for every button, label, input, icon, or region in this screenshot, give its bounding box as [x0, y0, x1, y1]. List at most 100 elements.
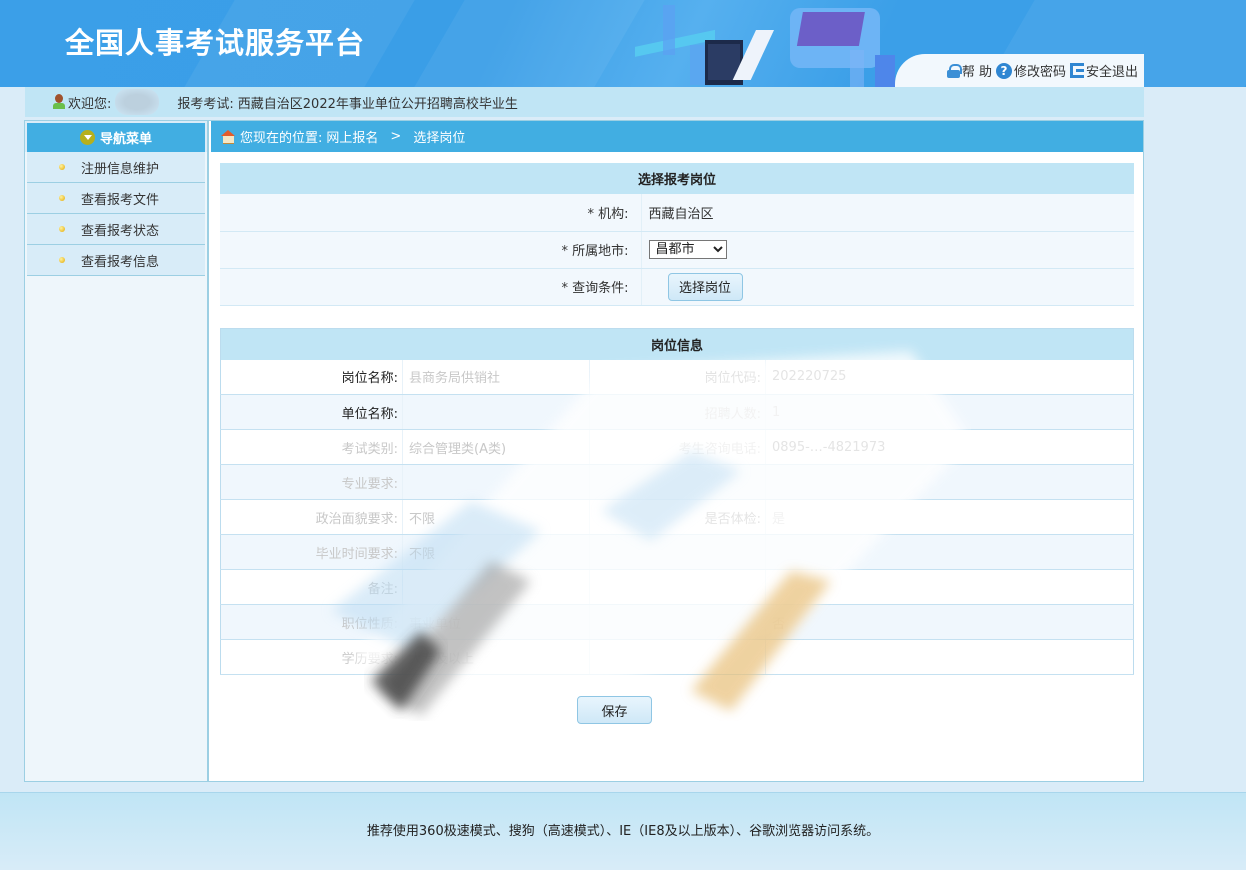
- sidebar: 导航菜单 注册信息维护 查看报考文件 查看报考状态 查看报考信息: [25, 121, 209, 781]
- field-value: [765, 464, 1134, 500]
- browser-recommendation: 推荐使用360极速模式、搜狗（高速模式）、IE（IE8及以上版本）、谷歌浏览器访…: [366, 824, 880, 839]
- field-label: 毕业时间要求:: [220, 534, 403, 570]
- bullet-icon: [59, 257, 65, 263]
- position-info-row: 学历要求: 大专及以上: [220, 639, 1134, 675]
- breadcrumb: 您现在的位置: 网上报名 > 选择岗位: [211, 121, 1143, 152]
- breadcrumb-item[interactable]: 网上报名: [326, 127, 378, 146]
- field-value: 不限: [402, 534, 590, 570]
- site-title: 全国人事考试服务平台: [65, 26, 366, 60]
- change-password-link[interactable]: ? 修改密码: [995, 61, 1066, 80]
- field-label: [589, 604, 766, 640]
- header-illustration: [635, 5, 895, 87]
- user-icon: [52, 94, 66, 110]
- breadcrumb-prefix: 您现在的位置:: [240, 131, 323, 146]
- main-frame: 导航菜单 注册信息维护 查看报考文件 查看报考状态 查看报考信息 您现在的位置:…: [24, 120, 1144, 782]
- position-info-title: 岗位信息: [220, 328, 1134, 360]
- field-label: [589, 464, 766, 500]
- query-label: * 查询条件:: [220, 268, 642, 306]
- field-value: 202220725: [765, 359, 1134, 395]
- field-value: 否: [765, 604, 1134, 640]
- logout-link[interactable]: 安全退出: [1069, 61, 1138, 80]
- exam-label: 报考考试:: [177, 96, 234, 112]
- field-value: [402, 394, 590, 430]
- position-info-row: 毕业时间要求: 不限: [220, 534, 1134, 570]
- sidebar-header: 导航菜单: [25, 121, 207, 152]
- field-label: 岗位名称:: [220, 359, 403, 395]
- field-value: 是: [765, 499, 1134, 535]
- chevron-down-icon: [79, 130, 95, 145]
- help-circle-icon: ?: [995, 62, 1012, 79]
- form-row: * 机构: 西藏自治区: [220, 194, 1134, 232]
- field-label: 岗位代码:: [589, 359, 766, 395]
- field-label: [589, 569, 766, 605]
- lock-icon: [946, 63, 962, 78]
- welcome-label: 欢迎您:: [68, 96, 112, 112]
- field-label: 学历要求:: [220, 639, 403, 675]
- content-area: 您现在的位置: 网上报名 > 选择岗位 选择报考岗位 * 机构: 西藏自治区 *…: [211, 121, 1143, 781]
- bullet-icon: [59, 226, 65, 232]
- sidebar-item-label: 查看报考文件: [81, 192, 160, 208]
- field-value: 1: [765, 394, 1134, 430]
- city-select[interactable]: 昌都市: [648, 240, 727, 259]
- welcome-bar: 欢迎您: 报考考试: 西藏自治区2022年事业单位公开招聘高校毕业生: [25, 87, 1144, 117]
- org-label: * 机构:: [220, 194, 642, 232]
- change-password-label: 修改密码: [1013, 65, 1066, 80]
- sidebar-item-label: 查看报考状态: [81, 223, 160, 239]
- position-info-row: 政治面貌要求: 不限 是否体检: 是: [220, 499, 1134, 535]
- help-link-label: 帮 助: [961, 65, 992, 80]
- breadcrumb-item-current: 选择岗位: [413, 131, 466, 146]
- field-label: 单位名称:: [220, 394, 403, 430]
- field-label: 专业要求:: [220, 464, 403, 500]
- field-label: 考生咨询电话:: [589, 429, 766, 465]
- bullet-icon: [59, 195, 65, 201]
- logout-label: 安全退出: [1085, 65, 1138, 80]
- field-label: 招聘人数:: [589, 394, 766, 430]
- org-value: 西藏自治区: [641, 194, 1134, 232]
- username-redacted: [115, 89, 160, 115]
- header-decoration: [372, 0, 668, 87]
- field-label: 职位性质:: [220, 604, 403, 640]
- field-value: 事业单位: [402, 604, 590, 640]
- field-label: 政治面貌要求:: [220, 499, 403, 535]
- field-label: [589, 639, 766, 675]
- sidebar-item-label: 注册信息维护: [81, 161, 160, 177]
- sidebar-item-exam-info[interactable]: 查看报考信息: [27, 245, 205, 276]
- field-value: 0895-…-4821973: [765, 429, 1134, 465]
- field-value: 县商务局供销社: [402, 359, 590, 395]
- field-value: [402, 464, 590, 500]
- select-position-button[interactable]: 选择岗位: [667, 272, 743, 301]
- sidebar-item-exam-files[interactable]: 查看报考文件: [27, 183, 205, 214]
- sidebar-item-registration-info[interactable]: 注册信息维护: [27, 152, 205, 183]
- field-label: 是否体检:: [589, 499, 766, 535]
- position-info-row: 单位名称: 招聘人数: 1: [220, 394, 1134, 430]
- field-value: [402, 569, 590, 605]
- position-info-table: 岗位信息 岗位名称: 县商务局供销社 岗位代码: 202220725 单位名称: 招聘人数…: [220, 328, 1134, 675]
- sidebar-title: 导航菜单: [99, 132, 152, 147]
- save-button[interactable]: 保存: [577, 696, 652, 724]
- field-value: [765, 569, 1134, 605]
- bullet-icon: [59, 164, 65, 170]
- field-label: 考试类别:: [220, 429, 403, 465]
- field-value: [765, 534, 1134, 570]
- site-header: 全国人事考试服务平台 帮 助 ? 修改密码 安全退出: [0, 0, 1246, 87]
- field-value: 大专及以上: [402, 639, 590, 675]
- sidebar-item-exam-status[interactable]: 查看报考状态: [27, 214, 205, 245]
- home-icon: [221, 130, 236, 144]
- sidebar-item-label: 查看报考信息: [81, 254, 160, 270]
- field-value: 不限: [402, 499, 590, 535]
- position-info-row: 考试类别: 综合管理类(A类) 考生咨询电话: 0895-…-4821973: [220, 429, 1134, 465]
- select-position-form: 选择报考岗位 * 机构: 西藏自治区 * 所属地市: 昌都市 * 查询条件: 选…: [220, 163, 1134, 306]
- form-row: * 所属地市: 昌都市: [220, 231, 1134, 269]
- position-info-row: 备注:: [220, 569, 1134, 605]
- breadcrumb-separator: >: [390, 129, 402, 144]
- field-label: 备注:: [220, 569, 403, 605]
- city-label: * 所属地市:: [220, 231, 642, 269]
- field-value: 综合管理类(A类): [402, 429, 590, 465]
- position-info-row: 岗位名称: 县商务局供销社 岗位代码: 202220725: [220, 359, 1134, 395]
- help-link[interactable]: 帮 助: [946, 61, 992, 80]
- top-links: 帮 助 ? 修改密码 安全退出: [895, 54, 1144, 87]
- position-info-row: 专业要求:: [220, 464, 1134, 500]
- field-label: [589, 534, 766, 570]
- field-value: [765, 639, 1134, 675]
- form-title: 选择报考岗位: [220, 163, 1134, 194]
